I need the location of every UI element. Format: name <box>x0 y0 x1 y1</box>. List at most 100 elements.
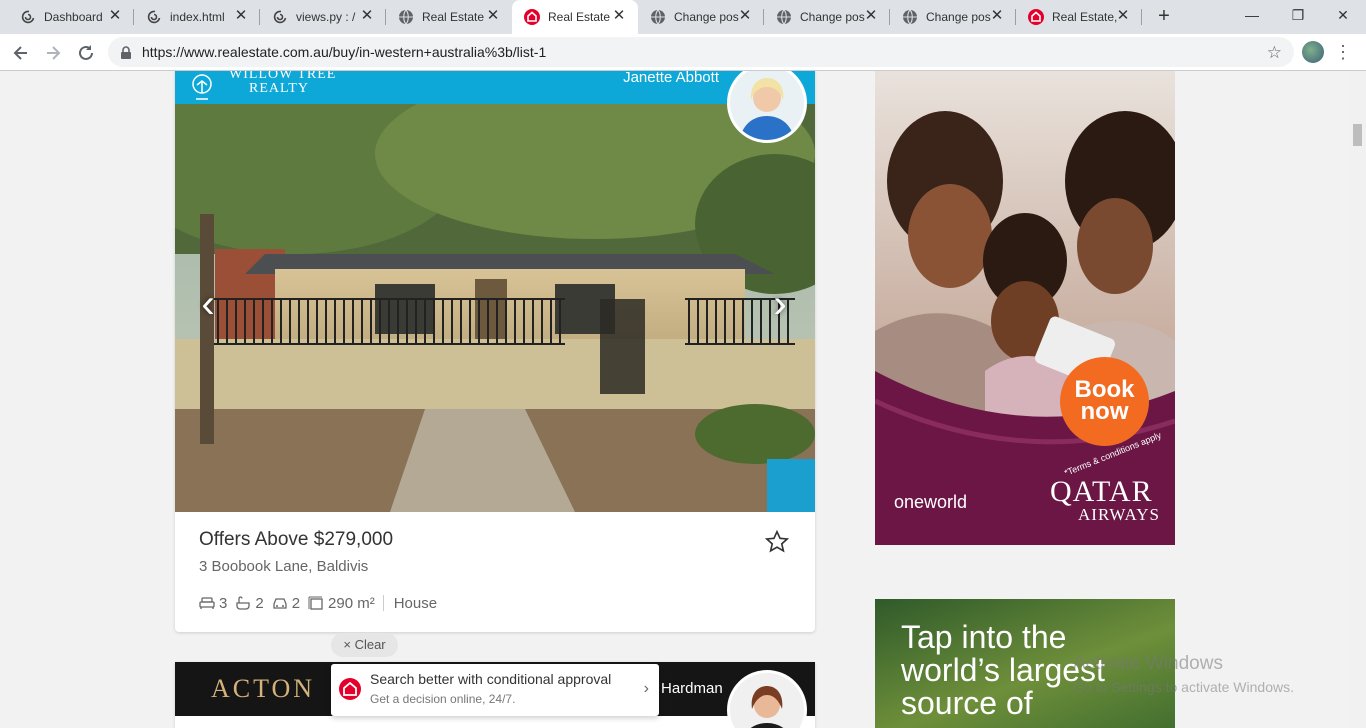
browser-tab[interactable]: index.html ✕ <box>134 0 260 34</box>
browser-tab[interactable]: Real Estate, ✕ <box>1016 0 1142 34</box>
tab-separator <box>1141 9 1142 25</box>
lock-icon <box>121 46 131 59</box>
scrollbar-thumb[interactable] <box>1353 124 1362 146</box>
page-scrollbar[interactable] <box>1349 71 1366 728</box>
browser-menu-button[interactable]: ⋮ <box>1334 42 1352 62</box>
qatar-logo: QATAR <box>1050 475 1153 508</box>
close-window-button[interactable]: ✕ <box>1320 0 1366 30</box>
agent-name[interactable]: Janette Abbott <box>623 71 719 86</box>
agent-name[interactable]: Hardman <box>661 680 723 697</box>
browser-tab[interactable]: Real Estate ✕ <box>512 0 638 34</box>
star-outline-icon <box>764 529 790 553</box>
browser-tab-title: Real Estate <box>548 10 611 24</box>
book-now-button[interactable]: Book now <box>1060 357 1149 446</box>
parking-count: 2 <box>291 594 301 612</box>
browser-tab-title: Change pos <box>800 10 865 24</box>
new-tab-button[interactable]: + <box>1153 6 1175 28</box>
browser-tab[interactable]: Change pos ✕ <box>638 0 764 34</box>
property-photo[interactable]: ‹ › <box>175 104 815 512</box>
realestate-favicon-icon <box>1028 9 1044 25</box>
profile-avatar[interactable] <box>1302 41 1324 63</box>
page-viewport: WILLOW TREE REALTY Janette Abbott ‹ › Of… <box>0 71 1366 728</box>
carousel-next-button[interactable]: › <box>765 284 795 324</box>
feature-divider <box>382 595 384 611</box>
close-icon: × <box>343 637 355 652</box>
tab-close-icon[interactable]: ✕ <box>864 8 878 24</box>
agency-branding-strip: WILLOW TREE REALTY Janette Abbott <box>175 71 815 104</box>
tab-close-icon[interactable]: ✕ <box>234 8 248 24</box>
arrow-left-icon <box>13 46 27 60</box>
globe-favicon-icon <box>776 9 792 25</box>
watermark-title: Activate Windows <box>1073 653 1223 674</box>
tab-close-icon[interactable]: ✕ <box>612 8 626 24</box>
bedrooms-count: 3 <box>219 594 228 612</box>
agency-name-line2: REALTY <box>249 81 309 96</box>
conditional-approval-banner[interactable]: Search better with conditional approval … <box>331 664 659 716</box>
back-button[interactable] <box>8 40 34 66</box>
arrow-right-icon <box>47 46 61 60</box>
tab-close-icon[interactable]: ✕ <box>738 8 752 24</box>
reload-icon <box>79 45 93 60</box>
save-listing-button[interactable] <box>764 529 790 555</box>
property-type: House <box>393 594 438 612</box>
carousel-prev-button[interactable]: ‹ <box>193 284 223 324</box>
spiral-favicon-icon <box>20 9 36 25</box>
tab-close-icon[interactable]: ✕ <box>990 8 1004 24</box>
spiral-favicon-icon <box>272 9 288 25</box>
browser-tab-title: Real Estate, <box>1052 10 1118 24</box>
listing-price[interactable]: Offers Above $279,000 <box>199 529 393 551</box>
book-now-line2: now <box>1080 398 1129 425</box>
land-size-feature: 290 m² <box>308 595 375 612</box>
land-size-icon <box>308 596 323 610</box>
car-icon <box>273 598 287 609</box>
tab-close-icon[interactable]: ✕ <box>1116 8 1130 24</box>
listing-address[interactable]: 3 Boobook Lane, Baldivis <box>199 558 368 575</box>
browser-tab-title: Change pos <box>674 10 739 24</box>
clear-filters-button[interactable]: × Clear <box>331 633 398 657</box>
globe-favicon-icon <box>650 9 666 25</box>
tab-close-icon[interactable]: ✕ <box>360 8 374 24</box>
globe-favicon-icon <box>398 9 414 25</box>
listing-features: 3 2 2 290 m² House <box>199 593 437 613</box>
bathrooms-count: 2 <box>255 594 264 612</box>
browser-tab[interactable]: Change pos ✕ <box>764 0 890 34</box>
tree-logo-icon <box>192 74 212 100</box>
browser-tab-title: index.html <box>170 10 225 24</box>
browser-tab-title: Real Estate <box>422 10 485 24</box>
bed-icon <box>199 597 215 609</box>
activate-windows-watermark: Activate Windows Go to Settings to activ… <box>1073 653 1294 697</box>
bedrooms-feature: 3 <box>199 595 227 612</box>
browser-tab-title: Change pos <box>926 10 991 24</box>
browser-tab[interactable]: Change pos ✕ <box>890 0 1016 34</box>
minimize-window-button[interactable]: — <box>1229 0 1275 30</box>
maximize-window-button[interactable]: ❐ <box>1275 0 1321 30</box>
realestate-home-icon <box>339 678 361 700</box>
banner-subtitle: Get a decision online, 24/7. <box>370 692 516 706</box>
listing-card[interactable]: WILLOW TREE REALTY Janette Abbott ‹ › Of… <box>175 71 815 632</box>
land-size-value: 290 m² <box>328 594 375 612</box>
tab-close-icon[interactable]: ✕ <box>108 8 122 24</box>
browser-tab[interactable]: views.py : / ✕ <box>260 0 386 34</box>
chevron-right-icon: › <box>643 680 649 697</box>
globe-favicon-icon <box>902 9 918 25</box>
realestate-favicon-icon <box>524 9 540 25</box>
browser-tab-title: Dashboard <box>44 10 103 24</box>
address-bar[interactable]: https://www.realestate.com.au/buy/in-wes… <box>108 37 1294 67</box>
tab-close-icon[interactable]: ✕ <box>486 8 500 24</box>
browser-tab[interactable]: Dashboard ✕ <box>8 0 134 34</box>
spiral-favicon-icon <box>146 9 162 25</box>
reload-button[interactable] <box>73 40 99 66</box>
bathrooms-feature: 2 <box>235 594 264 612</box>
bookmark-star-icon[interactable]: ☆ <box>1267 43 1282 63</box>
url-text[interactable]: https://www.realestate.com.au/buy/in-wes… <box>142 44 546 60</box>
browser-tab[interactable]: Real Estate ✕ <box>386 0 512 34</box>
watermark-subtitle: Go to Settings to activate Windows. <box>1073 679 1294 695</box>
forward-button[interactable] <box>40 40 66 66</box>
banner-title: Search better with conditional approval <box>370 671 612 687</box>
ad-headline-line: Tap into the <box>901 619 1067 655</box>
parking-feature: 2 <box>272 595 300 612</box>
agency-logo: ACTON <box>211 674 316 703</box>
bath-icon <box>236 596 250 610</box>
browser-toolbar: https://www.realestate.com.au/buy/in-wes… <box>0 34 1366 71</box>
qatar-airways-ad[interactable]: Book now *Terms & conditions apply onewor… <box>875 71 1175 545</box>
